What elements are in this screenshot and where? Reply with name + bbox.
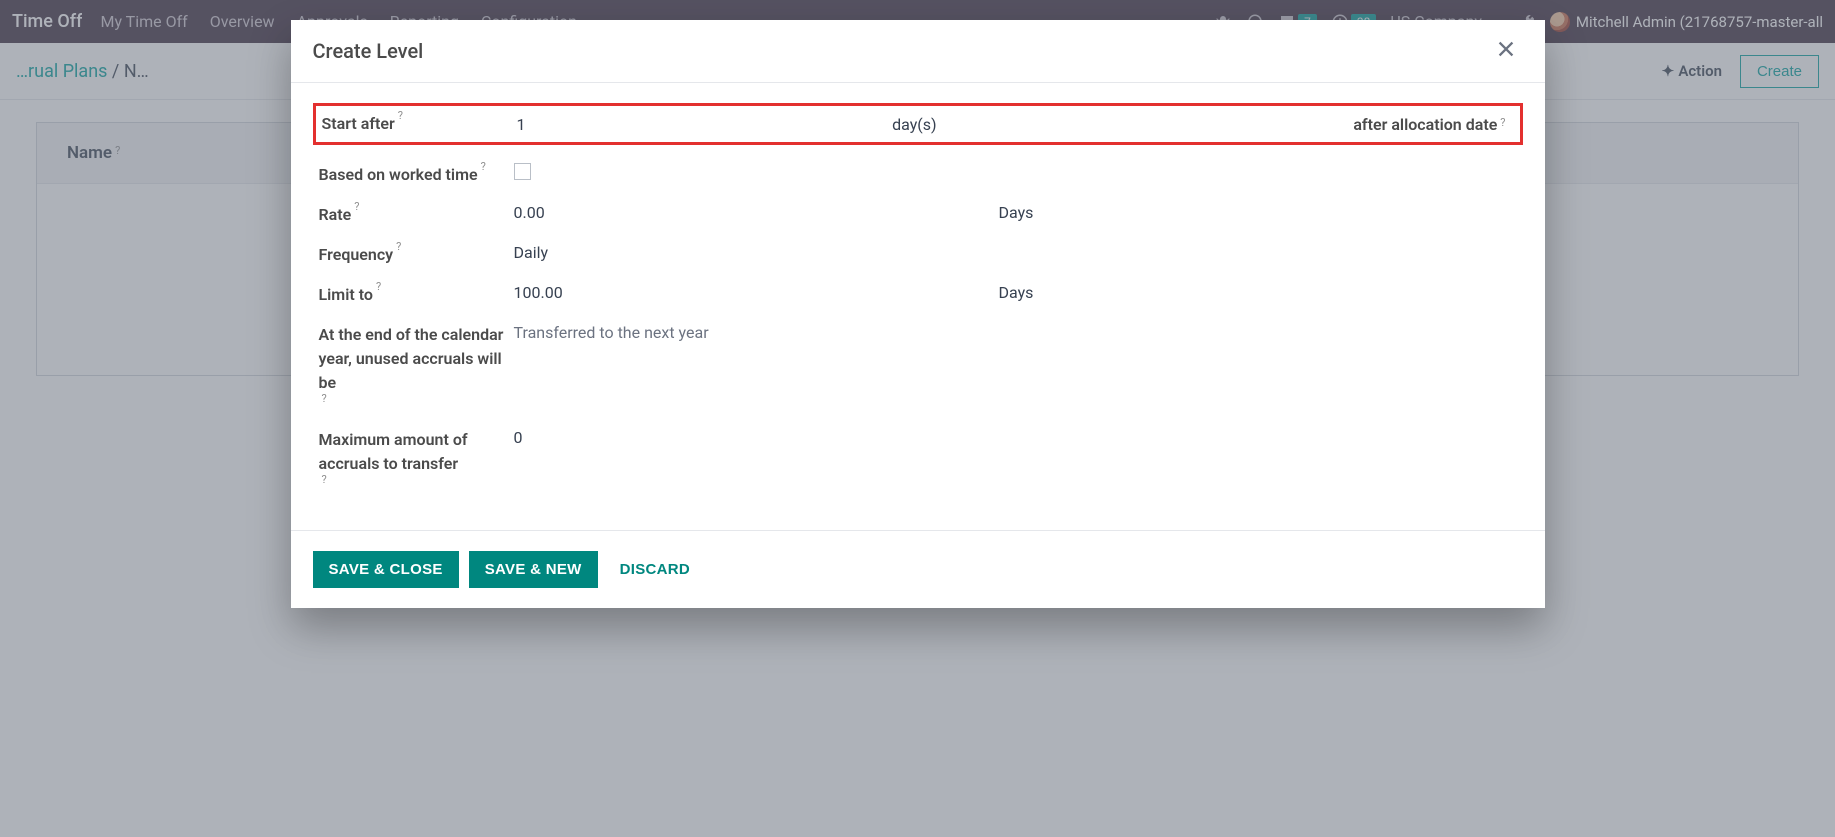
start-after-row: Start after? 1 day(s) after allocation d… — [313, 103, 1523, 145]
max-transfer-value[interactable]: 0 — [514, 428, 523, 447]
create-level-modal: Create Level Start after? 1 day(s) after… — [291, 20, 1545, 608]
year-end-label: At the end of the calendar year, unused … — [319, 323, 504, 395]
frequency-label: Frequency — [319, 243, 394, 267]
frequency-value[interactable]: Daily — [514, 243, 549, 262]
modal-title: Create Level — [313, 39, 424, 63]
max-transfer-label: Maximum amount of accruals to transfer — [319, 428, 504, 476]
year-end-value[interactable]: Transferred to the next year — [514, 323, 709, 342]
max-transfer-row: Maximum amount of accruals to transfer? … — [313, 420, 1523, 501]
limit-to-unit[interactable]: Days — [999, 283, 1034, 302]
start-after-unit[interactable]: day(s) — [892, 115, 936, 134]
based-on-worked-time-label: Based on worked time — [319, 163, 478, 187]
rate-label: Rate — [319, 203, 352, 227]
limit-to-label: Limit to — [319, 283, 373, 307]
save-new-button[interactable]: SAVE & NEW — [469, 551, 598, 588]
limit-to-row: Limit to? 100.00 Days — [313, 275, 1523, 315]
based-on-worked-time-checkbox[interactable] — [514, 163, 531, 180]
limit-to-value[interactable]: 100.00 — [514, 283, 563, 302]
start-after-value[interactable]: 1 — [517, 115, 526, 134]
save-close-button[interactable]: SAVE & CLOSE — [313, 551, 459, 588]
frequency-row: Frequency? Daily — [313, 235, 1523, 275]
year-end-row: At the end of the calendar year, unused … — [313, 315, 1523, 420]
close-icon[interactable] — [1495, 38, 1517, 64]
based-on-worked-time-row: Based on worked time? — [313, 155, 1523, 195]
start-after-label: Start after — [322, 112, 395, 136]
rate-row: Rate? 0.00 Days — [313, 195, 1523, 235]
rate-value[interactable]: 0.00 — [514, 203, 545, 222]
start-after-suffix: after allocation date — [1353, 115, 1497, 134]
rate-unit[interactable]: Days — [999, 203, 1034, 222]
discard-button[interactable]: DISCARD — [608, 551, 702, 588]
